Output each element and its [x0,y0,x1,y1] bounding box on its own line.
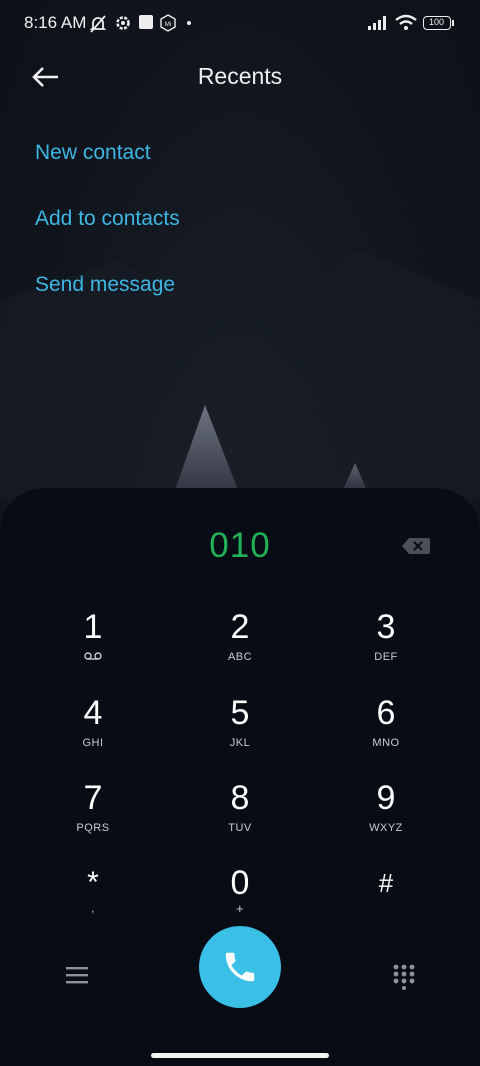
svg-text:Mi: Mi [165,22,171,28]
battery-level: 100 [428,17,445,27]
key-7[interactable]: 7 PQRS [33,779,153,853]
key-4[interactable]: 4 GHI [33,694,153,768]
voicemail-icon [84,652,102,660]
settings-gear-icon [116,16,130,30]
battery-tip [452,20,454,26]
phone-icon [225,952,255,982]
key-digit: # [378,868,394,898]
key-8[interactable]: 8 TUV [180,779,300,853]
key-letters: + [235,901,245,916]
status-bar: 8:16 AM Mi 100 [0,0,480,48]
key-hash[interactable]: # [326,864,446,938]
key-digit: 5 [230,694,250,732]
signal-icon [368,16,386,30]
send-message-option[interactable]: Send message [35,273,175,297]
backspace-icon[interactable] [401,536,431,556]
key-letters: , [91,903,95,915]
mi-icon: Mi [160,14,176,32]
call-button[interactable] [199,926,281,1008]
key-letters: ABC [227,651,253,663]
muted-bell-icon [89,15,107,33]
wifi-icon [395,14,417,30]
key-digit: 3 [376,608,396,646]
key-digit: * [87,866,99,899]
key-letters: WXYZ [369,822,403,834]
key-digit: 8 [230,779,250,817]
key-letters: GHI [82,737,104,749]
key-letters: TUV [228,822,252,834]
home-indicator[interactable] [151,1053,329,1058]
key-digit: 4 [83,694,103,732]
menu-icon[interactable] [66,965,88,985]
key-letters: JKL [229,737,251,749]
page-title: Recents [197,63,283,89]
key-5[interactable]: 5 JKL [180,694,300,768]
dialpad-toggle-icon[interactable] [393,964,415,990]
key-letters: MNO [372,737,400,749]
key-digit: 9 [376,779,396,817]
key-digit: 1 [83,608,103,646]
key-letters: DEF [374,651,398,663]
add-to-contacts-option[interactable]: Add to contacts [35,207,180,231]
battery-icon: 100 [423,16,451,30]
key-2[interactable]: 2 ABC [180,608,300,682]
square-icon [139,15,153,29]
key-9[interactable]: 9 WXYZ [326,779,446,853]
key-1[interactable]: 1 [33,608,153,682]
key-6[interactable]: 6 MNO [326,694,446,768]
key-digit: 2 [230,608,250,646]
key-letters: PQRS [76,822,110,834]
dot-icon [187,21,191,25]
key-digit: 6 [376,694,396,732]
key-3[interactable]: 3 DEF [326,608,446,682]
status-time: 8:16 AM [24,13,87,32]
key-star[interactable]: * , [33,864,153,938]
key-digit: 7 [83,779,103,817]
new-contact-option[interactable]: New contact [35,141,151,165]
key-digit: 0 [230,864,250,902]
